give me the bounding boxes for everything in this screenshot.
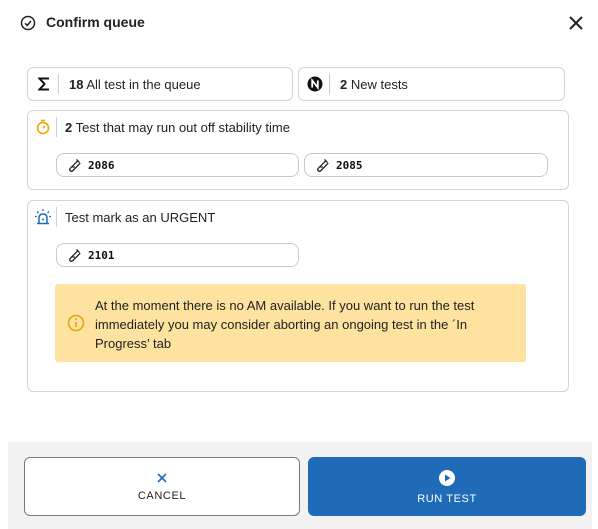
- stability-card: 2 Test that may run out off stability ti…: [27, 110, 569, 190]
- warning-text: At the moment there is no AM available. …: [95, 298, 475, 351]
- stability-count: 2: [65, 119, 73, 135]
- close-icon[interactable]: [566, 13, 586, 33]
- summary-all-tests: 18 All test in the queue: [27, 67, 293, 101]
- test-id: 2101: [88, 248, 115, 262]
- siren-icon: [30, 207, 57, 227]
- cancel-button[interactable]: CANCEL: [24, 457, 300, 516]
- warning-banner: At the moment there is no AM available. …: [55, 284, 526, 362]
- urgent-label: Test mark as an URGENT: [65, 209, 216, 225]
- run-test-label: RUN TEST: [417, 492, 477, 505]
- test-chip[interactable]: 2085: [304, 153, 548, 177]
- test-id: 2085: [336, 158, 363, 172]
- test-chip[interactable]: 2086: [56, 153, 299, 177]
- sigma-icon: [30, 74, 59, 94]
- test-tube-icon: [69, 249, 81, 262]
- dialog-title: Confirm queue: [46, 14, 145, 30]
- stability-label: Test that may run out off stability time: [75, 119, 290, 135]
- dialog-header: Confirm queue: [0, 0, 598, 46]
- test-chip[interactable]: 2101: [56, 243, 299, 267]
- new-badge-icon: [301, 74, 330, 94]
- stopwatch-icon: [30, 117, 57, 137]
- test-tube-icon: [317, 159, 329, 172]
- cancel-label: CANCEL: [137, 489, 187, 502]
- new-tests-label: New tests: [350, 76, 408, 92]
- close-icon: [157, 472, 167, 483]
- summary-new-tests: 2 New tests: [298, 67, 565, 101]
- check-circle-icon: [20, 15, 36, 31]
- test-tube-icon: [69, 159, 81, 172]
- run-test-button[interactable]: RUN TEST: [308, 457, 586, 516]
- new-tests-count: 2: [340, 76, 348, 92]
- play-circle-icon: [439, 469, 455, 486]
- info-icon: [67, 314, 85, 337]
- all-tests-count: 18: [69, 76, 84, 92]
- test-id: 2086: [88, 158, 115, 172]
- all-tests-label: All test in the queue: [86, 76, 201, 92]
